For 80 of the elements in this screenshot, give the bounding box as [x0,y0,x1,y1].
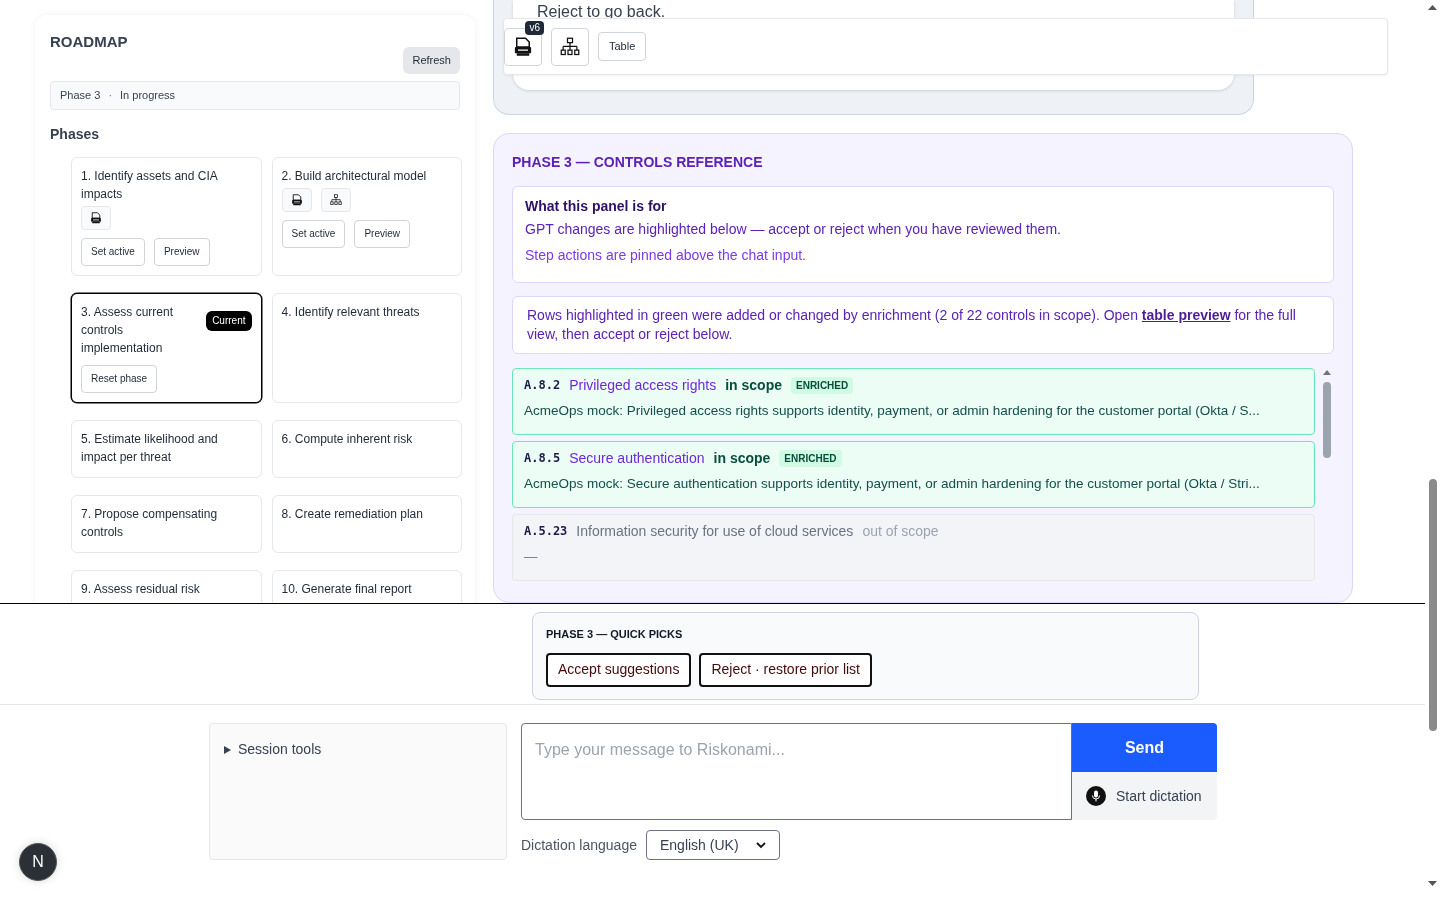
attachment-button[interactable] [320,187,351,212]
notice-text: Rows highlighted in green were added or changed by enrichment (2 of 22 controls in scope). Open table preview for the full view, then accept or reject below. [527,305,1297,344]
quick-picks-title: PHASE 3 — QUICK PICKS [546,627,684,642]
attachment-button[interactable] [281,187,312,212]
control-description: — [524,547,539,566]
phase-title: 2. Build architectural model [281,167,427,185]
phase-card[interactable]: 2. Build architectural model Set active Preview [271,156,462,276]
phase-action-button[interactable]: Preview [153,237,210,266]
enriched-badge: ENRICHED [779,449,842,467]
phase-title: 10. Generate final report [281,580,412,598]
phase-title: 6. Compute inherent risk [281,430,413,448]
phase-action-button[interactable]: Set active [281,219,346,248]
panel-title: PHASE 3 — CONTROLS REFERENCE [512,152,764,172]
phases-heading: Phases [50,124,101,144]
session-tools-toggle[interactable]: Session tools [223,739,322,760]
phase-title: 1. Identify assets and CIA impacts [81,167,219,203]
phase-card[interactable]: 6. Compute inherent risk [271,419,462,478]
scope-label: in scope [725,375,782,395]
table-button[interactable]: Table [598,32,647,61]
phase-title: 7. Propose compensating controls [81,505,219,541]
scope-label: out of scope [862,521,939,541]
enriched-badge: ENRICHED [791,376,854,394]
control-code: A.5.23 [524,523,568,541]
quick-pick-button[interactable]: Reject · restore prior list [699,652,872,687]
phase-card[interactable]: 5. Estimate likelihood and impact per threat [71,419,262,478]
phase-state: In progress [120,87,176,103]
info-text: GPT changes are highlighted below — accept or reject when you have reviewed them. [525,219,1062,239]
caret-right-icon [223,744,232,755]
table-preview-link[interactable]: table preview [1141,306,1231,323]
refresh-button[interactable]: Refresh [403,47,460,74]
phase-title: 3. Assess current controls implementation [81,303,175,357]
json-file-icon [513,36,533,57]
phase-title: 4. Identify relevant threats [281,303,420,321]
control-name: Secure authentication [569,448,705,468]
hierarchy-icon [560,36,580,57]
phase-card[interactable]: 3. Assess current controls implementation Current Reset phase [71,292,262,403]
info-heading: What this panel is for [525,196,668,216]
diagram-button[interactable] [551,27,589,66]
scrollbar-thumb[interactable] [1428,479,1437,731]
user-avatar[interactable]: N [19,843,57,881]
phase-title: 5. Estimate likelihood and impact per threat [81,430,219,466]
control-name: Information security for use of cloud services [576,521,854,541]
send-button[interactable]: Send [1072,723,1217,772]
current-badge: Current [206,310,252,331]
phase-label: Phase 3 [60,87,101,103]
scrollbar-thumb[interactable] [1323,381,1331,458]
control-name: Privileged access rights [569,375,717,395]
json-file-icon [290,193,303,206]
dictation-language-label: Dictation language [521,835,637,855]
hierarchy-icon [329,193,342,206]
phase-card[interactable]: 4. Identify relevant threats [271,292,462,403]
scope-label: in scope [713,448,771,468]
version-badge: v6 [525,20,544,35]
phase-card[interactable]: 9. Assess residual risk [71,569,262,603]
chevron-down-icon [756,841,766,849]
phase-card[interactable]: 10. Generate final report [271,569,462,603]
phase-card[interactable]: 8. Create remediation plan [271,494,462,553]
roadmap-title: ROADMAP [50,32,128,52]
scroll-up-icon[interactable] [1428,4,1437,11]
info-note: Step actions are pinned above the chat input. [525,245,807,265]
phase-title: 9. Assess residual risk [81,580,200,598]
phase-action-button[interactable]: Set active [81,237,145,266]
phase-card[interactable]: 1. Identify assets and CIA impacts Set active Preview [71,156,262,276]
message-input[interactable]: Type your message to Riskonami... [521,723,1072,820]
control-code: A.8.2 [524,377,561,395]
phase-action-button[interactable]: Preview [354,219,410,248]
control-code: A.8.5 [524,450,561,468]
control-description: AcmeOps mock: Secure authentication supports identity, payment, or admin hardening for the customer portal (Okta / Stri... [524,474,1261,493]
dictation-button[interactable]: Start dictation [1072,772,1217,820]
scroll-down-icon[interactable] [1428,880,1437,887]
attachment-button[interactable] [81,205,111,230]
phase-action-button[interactable]: Reset phase [81,364,158,393]
phase-title: 8. Create remediation plan [281,505,423,523]
control-description: AcmeOps mock: Privileged access rights supports identity, payment, or admin hardening for the customer portal (Okta / S... [524,401,1261,420]
status-separator: · [108,87,113,103]
microphone-icon [1086,786,1106,806]
phase-card[interactable]: 7. Propose compensating controls [71,494,262,553]
language-select[interactable]: English (UK) [646,830,780,860]
quick-pick-button[interactable]: Accept suggestions [546,652,692,687]
json-file-icon [90,211,102,224]
